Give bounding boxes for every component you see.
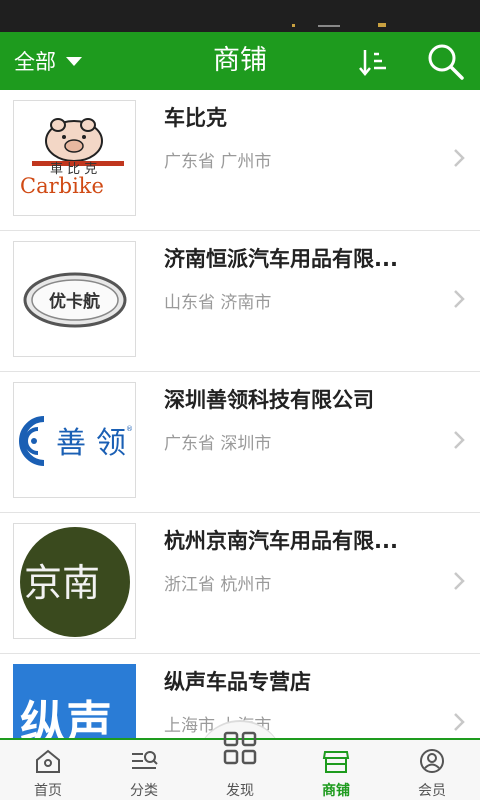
chevron-right-icon bbox=[454, 149, 465, 167]
home-icon bbox=[36, 749, 60, 773]
shop-name: 纵声车品专营店 bbox=[164, 670, 311, 694]
discover-icon bbox=[223, 731, 257, 765]
svg-text:京南: 京南 bbox=[24, 561, 100, 605]
tab-label: 首页 bbox=[34, 783, 62, 799]
tab-label: 会员 bbox=[418, 783, 446, 799]
youkahang-logo: 优卡航 bbox=[13, 241, 136, 357]
shop-name: 杭州京南汽车用品有限... bbox=[164, 529, 398, 553]
shop-name: 深圳善领科技有限公司 bbox=[164, 388, 374, 412]
tab-label: 发现 bbox=[226, 783, 254, 799]
shop-location: 浙江省 杭州市 bbox=[164, 575, 272, 595]
chevron-right-icon bbox=[454, 431, 465, 449]
tab-category[interactable]: 分类 bbox=[96, 740, 192, 800]
chevron-right-icon bbox=[454, 290, 465, 308]
status-indicators bbox=[292, 23, 386, 27]
caret-down-icon bbox=[66, 56, 82, 66]
shanling-logo: 善 领 ® bbox=[13, 382, 136, 498]
sort-icon[interactable] bbox=[357, 46, 391, 78]
shop-list-item[interactable]: 善 领 ® 深圳善领科技有限公司 广东省 深圳市 bbox=[0, 372, 480, 513]
svg-text:Carbike: Carbike bbox=[20, 174, 104, 198]
svg-text:领: 领 bbox=[96, 426, 126, 461]
tab-home[interactable]: 首页 bbox=[0, 740, 96, 800]
tab-label: 商铺 bbox=[322, 783, 350, 799]
shop-icon bbox=[322, 751, 350, 773]
shop-location: 广东省 深圳市 bbox=[164, 434, 272, 454]
tab-member[interactable]: 会员 bbox=[384, 740, 480, 800]
svg-text:纵声: 纵声 bbox=[20, 696, 112, 738]
jingnan-logo: 京南 bbox=[13, 523, 136, 639]
bottom-tab-bar: 首页 分类 发现 商铺 会员 bbox=[0, 731, 480, 800]
status-bar bbox=[0, 0, 480, 32]
chevron-right-icon bbox=[454, 572, 465, 590]
carbike-logo: 車 比 克 Carbike bbox=[13, 100, 136, 216]
tab-shop[interactable]: 商铺 bbox=[288, 740, 384, 800]
shop-list[interactable]: 車 比 克 Carbike 车比克 广东省 广州市 优卡航 济南恒派汽车用品有限… bbox=[0, 90, 480, 738]
shop-list-item[interactable]: 車 比 克 Carbike 车比克 广东省 广州市 bbox=[0, 90, 480, 231]
zongsheng-logo: 纵声 bbox=[13, 664, 136, 738]
category-icon bbox=[132, 751, 158, 769]
tab-discover[interactable]: 发现 bbox=[192, 731, 288, 800]
top-nav-bar: 全部 商铺 bbox=[0, 32, 480, 90]
category-filter-dropdown[interactable]: 全部 bbox=[14, 32, 82, 90]
shop-name: 济南恒派汽车用品有限... bbox=[164, 247, 398, 271]
svg-text:优卡航: 优卡航 bbox=[49, 291, 100, 312]
svg-text:善: 善 bbox=[56, 426, 86, 461]
svg-text:®: ® bbox=[126, 425, 133, 433]
shop-list-item[interactable]: 京南 杭州京南汽车用品有限... 浙江省 杭州市 bbox=[0, 513, 480, 654]
shop-location: 广东省 广州市 bbox=[164, 152, 272, 172]
shop-list-item[interactable]: 优卡航 济南恒派汽车用品有限... 山东省 济南市 bbox=[0, 231, 480, 372]
shop-name: 车比克 bbox=[164, 106, 227, 130]
shop-location: 山东省 济南市 bbox=[164, 293, 272, 313]
tab-label: 分类 bbox=[130, 783, 158, 799]
search-icon[interactable] bbox=[425, 41, 467, 81]
filter-label: 全部 bbox=[14, 50, 56, 74]
member-icon bbox=[420, 749, 444, 773]
chevron-right-icon bbox=[454, 713, 465, 731]
